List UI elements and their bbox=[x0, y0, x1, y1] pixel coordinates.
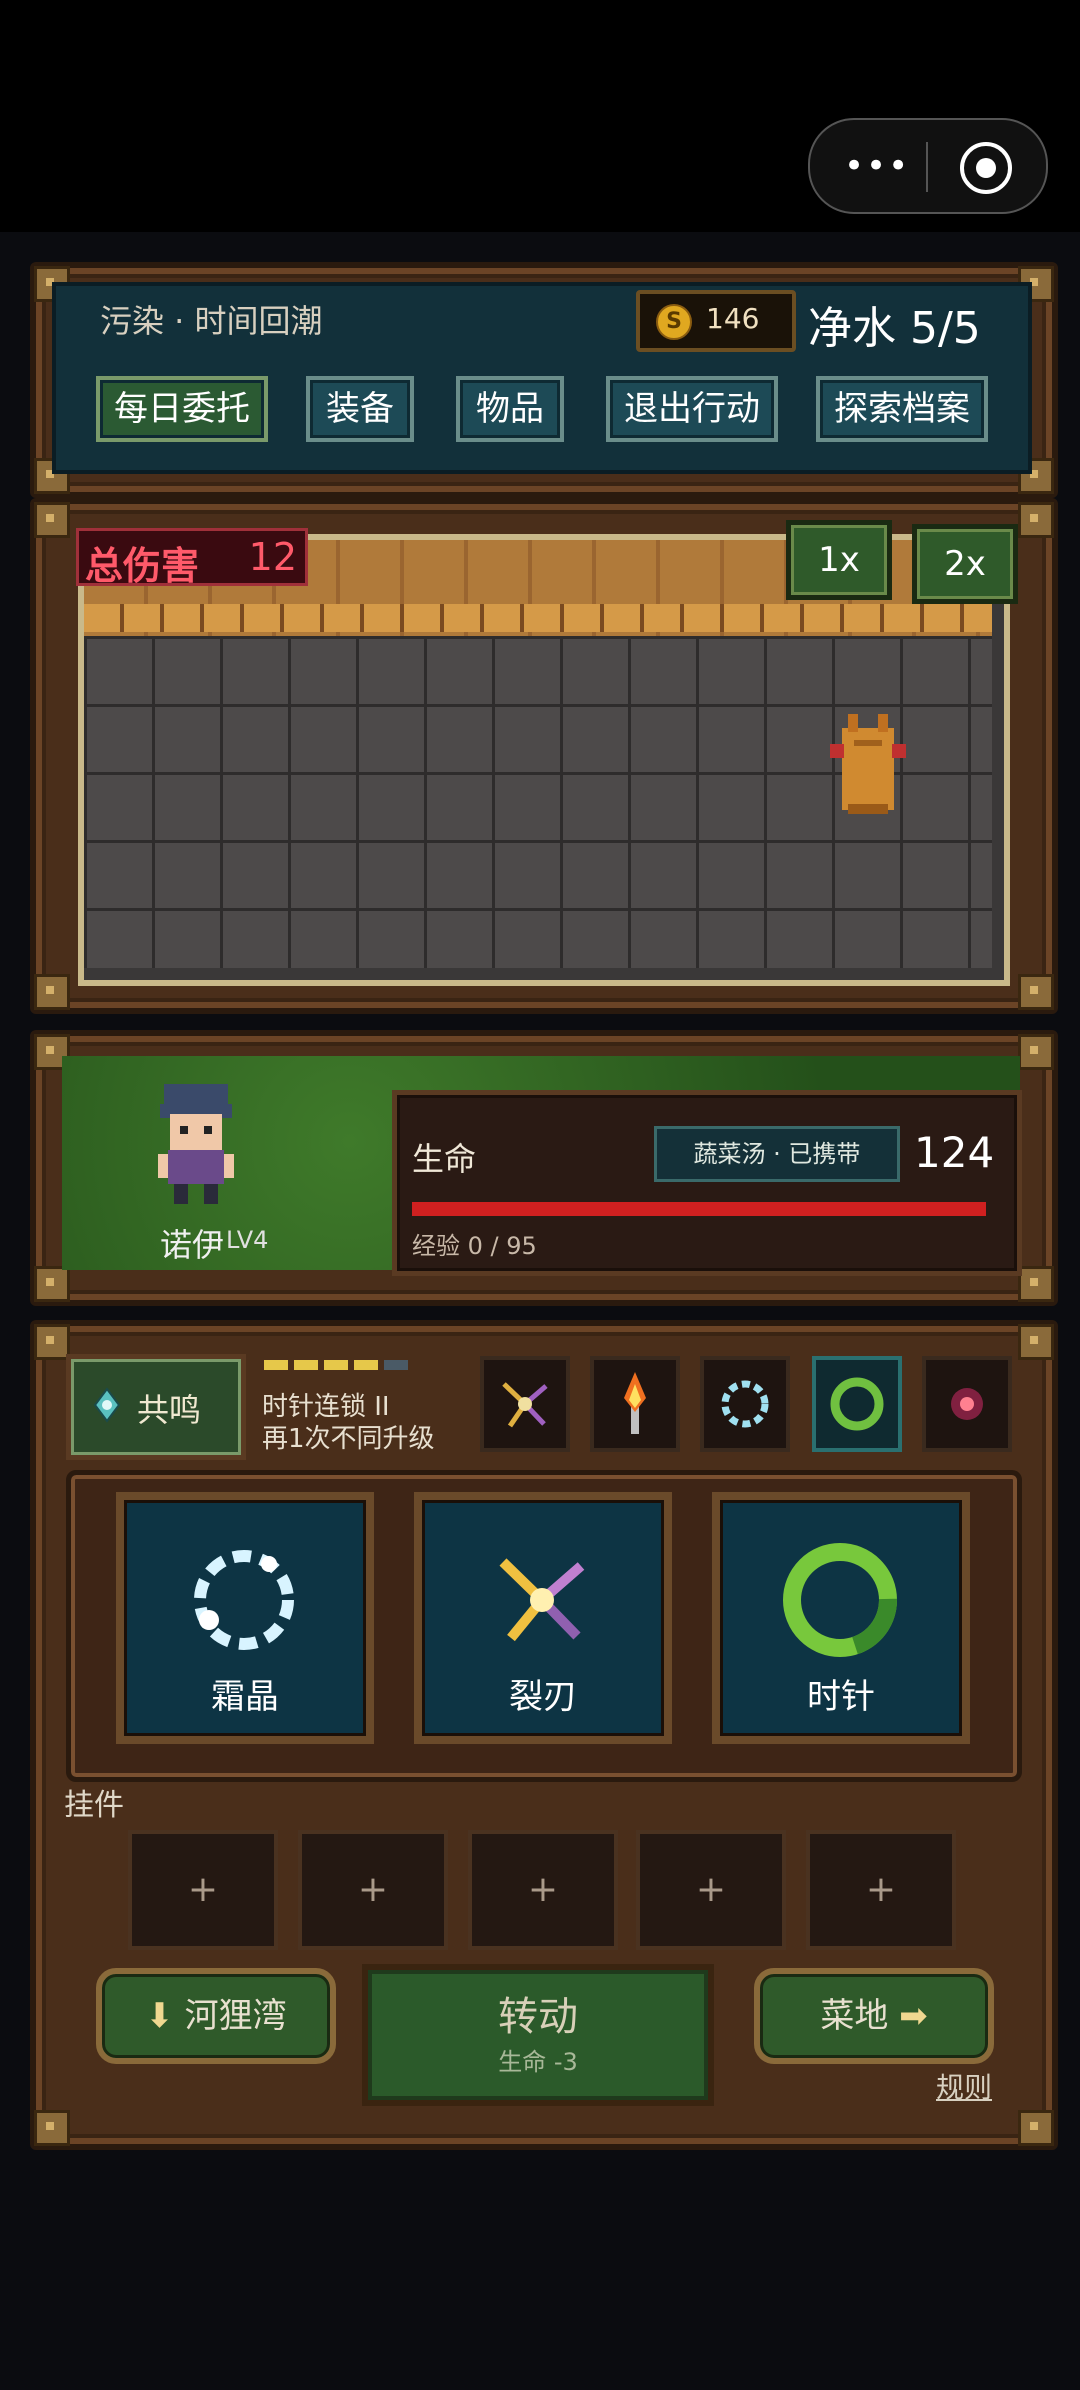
skill-card-clock[interactable]: 时针 bbox=[712, 1492, 970, 1744]
card-label-frost: 霜晶 bbox=[211, 1677, 279, 1717]
resonate-button[interactable]: 共鸣 bbox=[66, 1354, 246, 1460]
skill-slot-blade[interactable] bbox=[480, 1356, 570, 1452]
frost-crystal-icon bbox=[194, 1550, 294, 1650]
location-text: 污染 · 时间回潮 bbox=[100, 302, 323, 340]
arrow-right-icon: ➡ bbox=[899, 1996, 928, 2036]
attachment-slot[interactable]: + bbox=[636, 1830, 786, 1950]
pip-filled bbox=[324, 1360, 348, 1370]
flame-icon bbox=[624, 1372, 646, 1434]
water-counter: 净水 5/5 bbox=[808, 303, 981, 354]
corner-bolt-icon bbox=[1018, 1266, 1054, 1302]
rotate-label: 转动 bbox=[498, 1994, 578, 2040]
pip-filled bbox=[264, 1360, 288, 1370]
items-button[interactable]: 物品 bbox=[456, 376, 564, 442]
attachment-slot[interactable]: + bbox=[806, 1830, 956, 1950]
rotate-button[interactable]: 转动 生命 -3 bbox=[362, 1964, 714, 2106]
attachment-slot[interactable]: + bbox=[128, 1830, 278, 1950]
speed-2x-button[interactable]: 2x bbox=[912, 524, 1018, 604]
skill-slot-frost[interactable] bbox=[700, 1356, 790, 1452]
clock-ring-icon bbox=[830, 1377, 884, 1431]
corner-bolt-icon bbox=[1018, 1034, 1054, 1070]
skill-slot-fire[interactable] bbox=[590, 1356, 680, 1452]
corner-bolt-icon bbox=[34, 502, 70, 538]
hp-bar-fill bbox=[412, 1202, 986, 1216]
corner-bolt-icon bbox=[1018, 974, 1054, 1010]
hero-level: LV4 bbox=[226, 1226, 269, 1254]
skill-card-frost[interactable]: 霜晶 bbox=[116, 1492, 374, 1744]
hero-name: 诺伊 bbox=[160, 1226, 225, 1264]
arrow-down-icon: ⬇ bbox=[145, 1996, 174, 2036]
hp-value: 124 bbox=[914, 1128, 995, 1177]
card-label-blade: 裂刃 bbox=[509, 1677, 577, 1717]
hp-label: 生命 bbox=[412, 1140, 477, 1178]
blade-burst-icon bbox=[499, 1558, 585, 1642]
pip-filled bbox=[354, 1360, 378, 1370]
chain-hint: 再1次不同升级 bbox=[262, 1424, 435, 1454]
pip-filled bbox=[294, 1360, 318, 1370]
close-target-icon[interactable] bbox=[960, 142, 1012, 194]
go-vegetable-field-button[interactable]: 菜地 ➡ bbox=[754, 1968, 994, 2064]
corner-bolt-icon bbox=[34, 1266, 70, 1302]
corner-bolt-icon bbox=[34, 974, 70, 1010]
total-damage-label: 总伤害 bbox=[85, 544, 200, 588]
frost-ring-icon bbox=[721, 1380, 769, 1428]
corner-bolt-icon bbox=[1018, 2110, 1054, 2146]
explore-archive-button[interactable]: 探索档案 bbox=[816, 376, 988, 442]
clock-ring-icon bbox=[783, 1543, 897, 1657]
equipment-button[interactable]: 装备 bbox=[306, 376, 414, 442]
go-beaver-bay-button[interactable]: ⬇ 河狸湾 bbox=[96, 1968, 336, 2064]
rules-link[interactable]: 规则 bbox=[936, 2066, 992, 2106]
exp-text: 经验 0 / 95 bbox=[412, 1232, 537, 1260]
enemy-sprite bbox=[830, 714, 906, 814]
total-damage-value: 12 bbox=[248, 535, 297, 579]
pip-empty bbox=[384, 1360, 408, 1370]
right-nav-label: 菜地 bbox=[820, 1996, 889, 2036]
resonate-crystal-icon bbox=[93, 1387, 121, 1423]
resonate-label: 共鸣 bbox=[137, 1391, 202, 1429]
attachment-label: 挂件 bbox=[64, 1788, 124, 1823]
corner-bolt-icon bbox=[1018, 1324, 1054, 1360]
coin-value: 146 bbox=[706, 302, 760, 335]
more-menu-icon[interactable]: ••• bbox=[844, 146, 910, 186]
blade-burst-icon bbox=[502, 1382, 548, 1428]
left-nav-label: 河狸湾 bbox=[184, 1996, 287, 2036]
coin-icon: S bbox=[656, 304, 692, 340]
hero-avatar[interactable] bbox=[150, 1084, 242, 1208]
total-damage-box: 总伤害 12 bbox=[76, 528, 308, 588]
corner-bolt-icon bbox=[34, 2110, 70, 2146]
skill-slot-orb[interactable] bbox=[922, 1356, 1012, 1452]
arena-wall-trim bbox=[84, 604, 992, 632]
card-label-clock: 时针 bbox=[807, 1677, 875, 1717]
red-orb-icon bbox=[951, 1388, 983, 1420]
daily-quest-button[interactable]: 每日委托 bbox=[96, 376, 268, 442]
speed-1x-button[interactable]: 1x bbox=[786, 520, 892, 600]
corner-bolt-icon bbox=[1018, 502, 1054, 538]
corner-bolt-icon bbox=[34, 1324, 70, 1360]
attachment-slot[interactable]: + bbox=[298, 1830, 448, 1950]
attachment-slot[interactable]: + bbox=[468, 1830, 618, 1950]
coin-counter: S 146 bbox=[636, 290, 796, 352]
skill-card-blade[interactable]: 裂刃 bbox=[414, 1492, 672, 1744]
rotate-cost: 生命 -3 bbox=[498, 2048, 578, 2076]
capsule-divider bbox=[926, 142, 928, 192]
exit-action-button[interactable]: 退出行动 bbox=[606, 376, 778, 442]
miniprogram-capsule: ••• bbox=[808, 118, 1048, 214]
skill-slot-clock[interactable] bbox=[812, 1356, 902, 1452]
carried-food-badge[interactable]: 蔬菜汤 · 已携带 bbox=[654, 1126, 900, 1182]
